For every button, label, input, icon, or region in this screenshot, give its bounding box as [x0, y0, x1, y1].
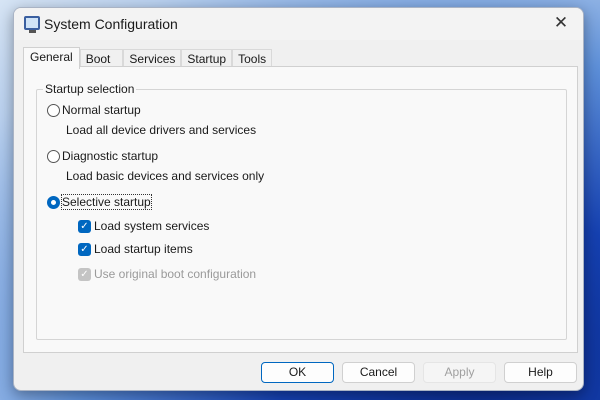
diagnostic-startup-radio[interactable]: Diagnostic startup: [47, 149, 158, 163]
load-startup-items-label: Load startup items: [94, 242, 193, 256]
system-configuration-window: System Configuration ✕ General Boot Serv…: [13, 7, 584, 391]
close-button[interactable]: ✕: [539, 8, 583, 40]
startup-selection-group: Startup selection Normal startup Load al…: [36, 82, 567, 340]
system-configuration-app-icon: [24, 16, 40, 33]
selective-startup-label: Selective startup: [61, 194, 152, 210]
normal-startup-label: Normal startup: [62, 103, 141, 117]
load-system-services-checkbox[interactable]: ✓ Load system services: [78, 219, 209, 233]
selective-startup-radio[interactable]: Selective startup: [47, 194, 152, 210]
diagnostic-startup-desc: Load basic devices and services only: [66, 169, 265, 183]
help-button[interactable]: Help: [504, 362, 577, 383]
normal-startup-desc: Load all device drivers and services: [66, 123, 257, 137]
tab-strip: General Boot Services Startup Tools: [23, 47, 273, 69]
radio-selected-icon: [47, 195, 60, 209]
apply-button: Apply: [423, 362, 496, 383]
group-label: Startup selection: [43, 82, 137, 96]
tab-general[interactable]: General: [23, 47, 80, 69]
radio-icon: [47, 103, 60, 117]
load-system-services-label: Load system services: [94, 219, 210, 233]
use-original-boot-config-checkbox: ✓ Use original boot configuration: [78, 267, 256, 281]
cancel-button[interactable]: Cancel: [342, 362, 415, 383]
use-original-boot-config-label: Use original boot configuration: [94, 267, 257, 281]
diagnostic-startup-label: Diagnostic startup: [62, 149, 159, 163]
load-startup-items-checkbox[interactable]: ✓ Load startup items: [78, 242, 193, 256]
normal-startup-radio[interactable]: Normal startup: [47, 103, 141, 117]
checkbox-checked-icon: ✓: [78, 219, 91, 233]
radio-icon: [47, 149, 60, 163]
checkbox-checked-disabled-icon: ✓: [78, 267, 91, 281]
title-bar: System Configuration ✕: [14, 8, 583, 40]
window-title: System Configuration: [44, 16, 178, 32]
general-tab-panel: Startup selection Normal startup Load al…: [23, 66, 578, 353]
ok-button[interactable]: OK: [261, 362, 334, 383]
checkbox-checked-icon: ✓: [78, 242, 91, 256]
